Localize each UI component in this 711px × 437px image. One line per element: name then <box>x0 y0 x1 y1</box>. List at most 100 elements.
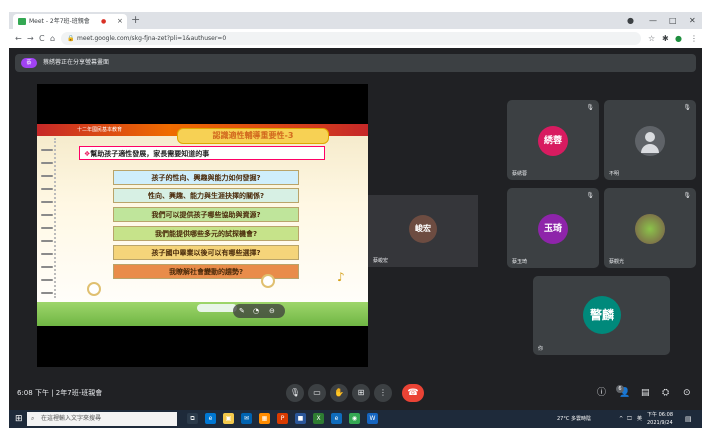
taskbar-time: 下午 06:08 <box>647 412 673 418</box>
tray-arrow-icon[interactable]: ^ <box>619 410 623 428</box>
browser-tabstrip: Meet - 2年7班-班親會 ● × + ● — □ ✕ <box>9 12 702 29</box>
mail-icon[interactable]: ✉ <box>241 413 252 424</box>
taskbar-search[interactable]: ⌕ 在這裡輸入文字來搜尋 <box>27 412 177 426</box>
minimize-icon[interactable]: — <box>649 12 657 29</box>
notifications-icon[interactable]: ▤ <box>685 410 692 428</box>
profile-avatar-icon[interactable]: ● <box>675 29 682 48</box>
self-tile[interactable]: 警麟 你 <box>533 276 670 355</box>
slide-line-3: 我們可以提供孩子哪些協助與資源? <box>113 207 299 222</box>
mute-presentation-icon[interactable]: ◔ <box>253 304 259 318</box>
slide-title: 認識適性輔導重要性-3 <box>177 128 329 144</box>
person-icon <box>635 126 665 156</box>
network-icon[interactable]: 🖵 <box>627 410 632 428</box>
task-view-icon[interactable]: ⧉ <box>187 413 198 424</box>
participant-avatar: 玉琦 <box>538 214 568 244</box>
presenter-tile[interactable]: 峻宏 蔡峻宏 <box>368 195 478 267</box>
presentation-controls[interactable]: ✎ ◔ ⊖ <box>233 304 285 318</box>
ie-icon[interactable]: e <box>331 413 342 424</box>
home-icon[interactable]: ⌂ <box>50 29 55 48</box>
browser-tab-meet[interactable]: Meet - 2年7班-班親會 ● × <box>13 14 127 29</box>
self-avatar: 警麟 <box>583 296 621 334</box>
decor-circle-right <box>261 274 275 288</box>
participant-tile[interactable]: 🎙 玉琦 蔡玉琦 <box>507 188 599 268</box>
browser-toolbar: ← → C ⌂ 🔒 meet.google.com/skg-fjna-zet?p… <box>9 29 702 48</box>
back-icon[interactable]: ← <box>15 29 22 48</box>
mic-off-icon: 🎙 <box>683 192 691 199</box>
slide-line-5: 孩子國中畢業以後可以有哪些選擇? <box>113 245 299 260</box>
present-button[interactable]: ⊞ <box>352 384 370 402</box>
close-tab-icon[interactable]: × <box>117 14 123 29</box>
reload-icon[interactable]: C <box>39 29 45 48</box>
chrome-menu-icon[interactable]: ⋮ <box>690 29 698 48</box>
mic-button[interactable]: 🎙 <box>286 384 304 402</box>
more-options-button[interactable]: ⋮ <box>374 384 392 402</box>
participant-tile[interactable]: 🎙 不明 <box>604 100 696 180</box>
word-icon[interactable]: W <box>367 413 378 424</box>
participants-badge: 6 <box>616 385 624 393</box>
slide-line-1: 孩子的性向、興趣與能力如何發掘? <box>113 170 299 185</box>
presenter-name: 蔡峻宏 <box>373 258 389 264</box>
bookmark-star-icon[interactable]: ☆ <box>648 29 655 48</box>
music-note-icon: ♪ <box>337 270 345 284</box>
windows-start-icon[interactable]: ⊞ <box>15 410 23 428</box>
close-window-icon[interactable]: ✕ <box>689 12 696 29</box>
grass-strip <box>37 302 368 326</box>
forward-icon[interactable]: → <box>27 29 34 48</box>
participant-tile[interactable]: 🎙 綉蓉 蔡綉蓉 <box>507 100 599 180</box>
chat-icon[interactable]: ▤ <box>641 384 650 402</box>
slide: 十二年國民基本教育 認識適性輔導重要性-3 ❖幫助孩子適性發展，家長需要知道的事… <box>37 124 368 326</box>
remove-icon[interactable]: ⊖ <box>269 304 275 318</box>
mic-off-icon: 🎙 <box>683 104 691 111</box>
presenter-avatar: 峻宏 <box>409 215 437 243</box>
decor-circle-left <box>87 282 101 296</box>
activities-icon[interactable]: ⛭ <box>662 384 669 402</box>
host-controls-icon[interactable]: ⊙ <box>683 384 691 402</box>
meet-favicon-icon <box>18 18 26 25</box>
slide-top-caption: 十二年國民基本教育 <box>77 127 123 133</box>
maximize-icon[interactable]: □ <box>669 12 677 29</box>
url-text: meet.google.com/skg-fjna-zet?pli=1&authu… <box>77 35 227 42</box>
mic-off-icon: 🎙 <box>586 104 594 111</box>
search-placeholder: 在這裡輸入文字來搜尋 <box>41 415 102 422</box>
presenting-text: 蔡綉蓉正在分享螢幕畫面 <box>43 59 110 66</box>
raise-hand-button[interactable]: ✋ <box>330 384 348 402</box>
participant-photo-icon <box>635 214 665 244</box>
edge-icon[interactable]: e <box>205 413 216 424</box>
address-bar[interactable]: 🔒 meet.google.com/skg-fjna-zet?pli=1&aut… <box>61 32 641 45</box>
self-name: 你 <box>538 346 544 352</box>
slide-subtitle: ❖幫助孩子適性發展，家長需要知道的事 <box>79 146 325 160</box>
participant-name: 蔡綉蓉 <box>512 171 528 177</box>
app-icon[interactable]: ■ <box>295 413 306 424</box>
participant-name: 不明 <box>609 171 620 177</box>
ime-indicator[interactable]: 英 <box>637 410 642 428</box>
participant-avatar: 綉蓉 <box>538 126 568 156</box>
search-icon: ⌕ <box>31 415 35 422</box>
tab-title: Meet - 2年7班-班親會 <box>29 18 90 25</box>
profile-dot-icon[interactable]: ● <box>627 12 634 29</box>
clock[interactable]: 下午 06:08 2021/9/24 <box>647 411 673 427</box>
weather[interactable]: 27°C 多雲時陰 <box>557 410 591 428</box>
slide-line-4: 我們能提供哪些多元的試探機會? <box>113 226 299 241</box>
participant-name: 蔡玉琦 <box>512 259 528 265</box>
lock-icon: 🔒 <box>67 35 75 42</box>
excel-icon[interactable]: X <box>313 413 324 424</box>
decor-figures <box>197 304 237 312</box>
binder-rings <box>40 138 56 298</box>
info-icon[interactable]: ⓘ <box>597 384 606 402</box>
explorer-icon[interactable]: ▦ <box>259 413 270 424</box>
slide-subtitle-text: 幫助孩子適性發展，家長需要知道的事 <box>90 150 210 158</box>
screen: Meet - 2年7班-班親會 ● × + ● — □ ✕ ← → C ⌂ 🔒 … <box>9 12 702 428</box>
participant-name: 蔡觀光 <box>609 259 625 265</box>
store-icon[interactable]: ▣ <box>223 413 234 424</box>
new-tab-icon[interactable]: + <box>131 13 140 27</box>
participant-tile[interactable]: 🎙 蔡觀光 <box>604 188 696 268</box>
pin-icon[interactable]: ✎ <box>239 304 245 318</box>
recording-dot-icon: ● <box>101 18 107 25</box>
people-button[interactable]: 👤 6 <box>616 384 630 402</box>
powerpoint-icon[interactable]: P <box>277 413 288 424</box>
presenting-banner: 蔡 蔡綉蓉正在分享螢幕畫面 <box>15 54 696 72</box>
camera-button[interactable]: ▭ <box>308 384 326 402</box>
end-call-button[interactable]: ☎ <box>402 384 424 402</box>
extensions-icon[interactable]: ✱ <box>662 29 669 48</box>
chrome-icon[interactable]: ◉ <box>349 413 360 424</box>
